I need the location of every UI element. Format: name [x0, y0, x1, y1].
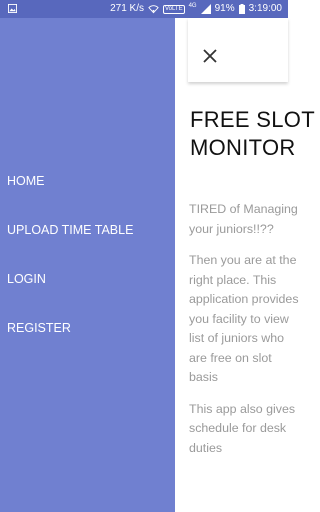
title-line-1: FREE SLOT [190, 107, 315, 132]
paragraph-3: This app also gives schedule for desk du… [189, 401, 296, 455]
close-icon [203, 49, 217, 63]
navigation-drawer [0, 18, 175, 512]
title-line-2: MONITOR [190, 135, 296, 160]
page-title: FREE SLOT MONITOR [190, 106, 320, 162]
nav-item-login[interactable]: LOGIN [7, 271, 46, 287]
close-button[interactable] [198, 44, 222, 68]
clock: 3:19:00 [248, 3, 282, 14]
paragraph-2: Then you are at the right place. This ap… [189, 253, 299, 384]
wifi-icon [148, 5, 159, 14]
status-bar: 271 K/s VoLTE 4G 91% 3:19:00 [0, 0, 288, 18]
volte-badge: VoLTE [163, 4, 185, 14]
signal-icon [200, 4, 211, 14]
description: TIRED of Managing your juniors!!?? Then … [189, 200, 299, 470]
battery-icon [238, 4, 245, 14]
nav-item-home[interactable]: HOME [7, 173, 45, 189]
paragraph-1: TIRED of Managing your juniors!!?? [189, 202, 298, 236]
network-speed: 271 K/s [110, 3, 145, 14]
nav-item-register[interactable]: REGISTER [7, 320, 71, 336]
battery-percent: 91% [214, 3, 235, 14]
network-type: 4G [188, 3, 197, 9]
nav-item-upload-time-table[interactable]: UPLOAD TIME TABLE [7, 222, 133, 238]
image-icon [8, 4, 17, 13]
